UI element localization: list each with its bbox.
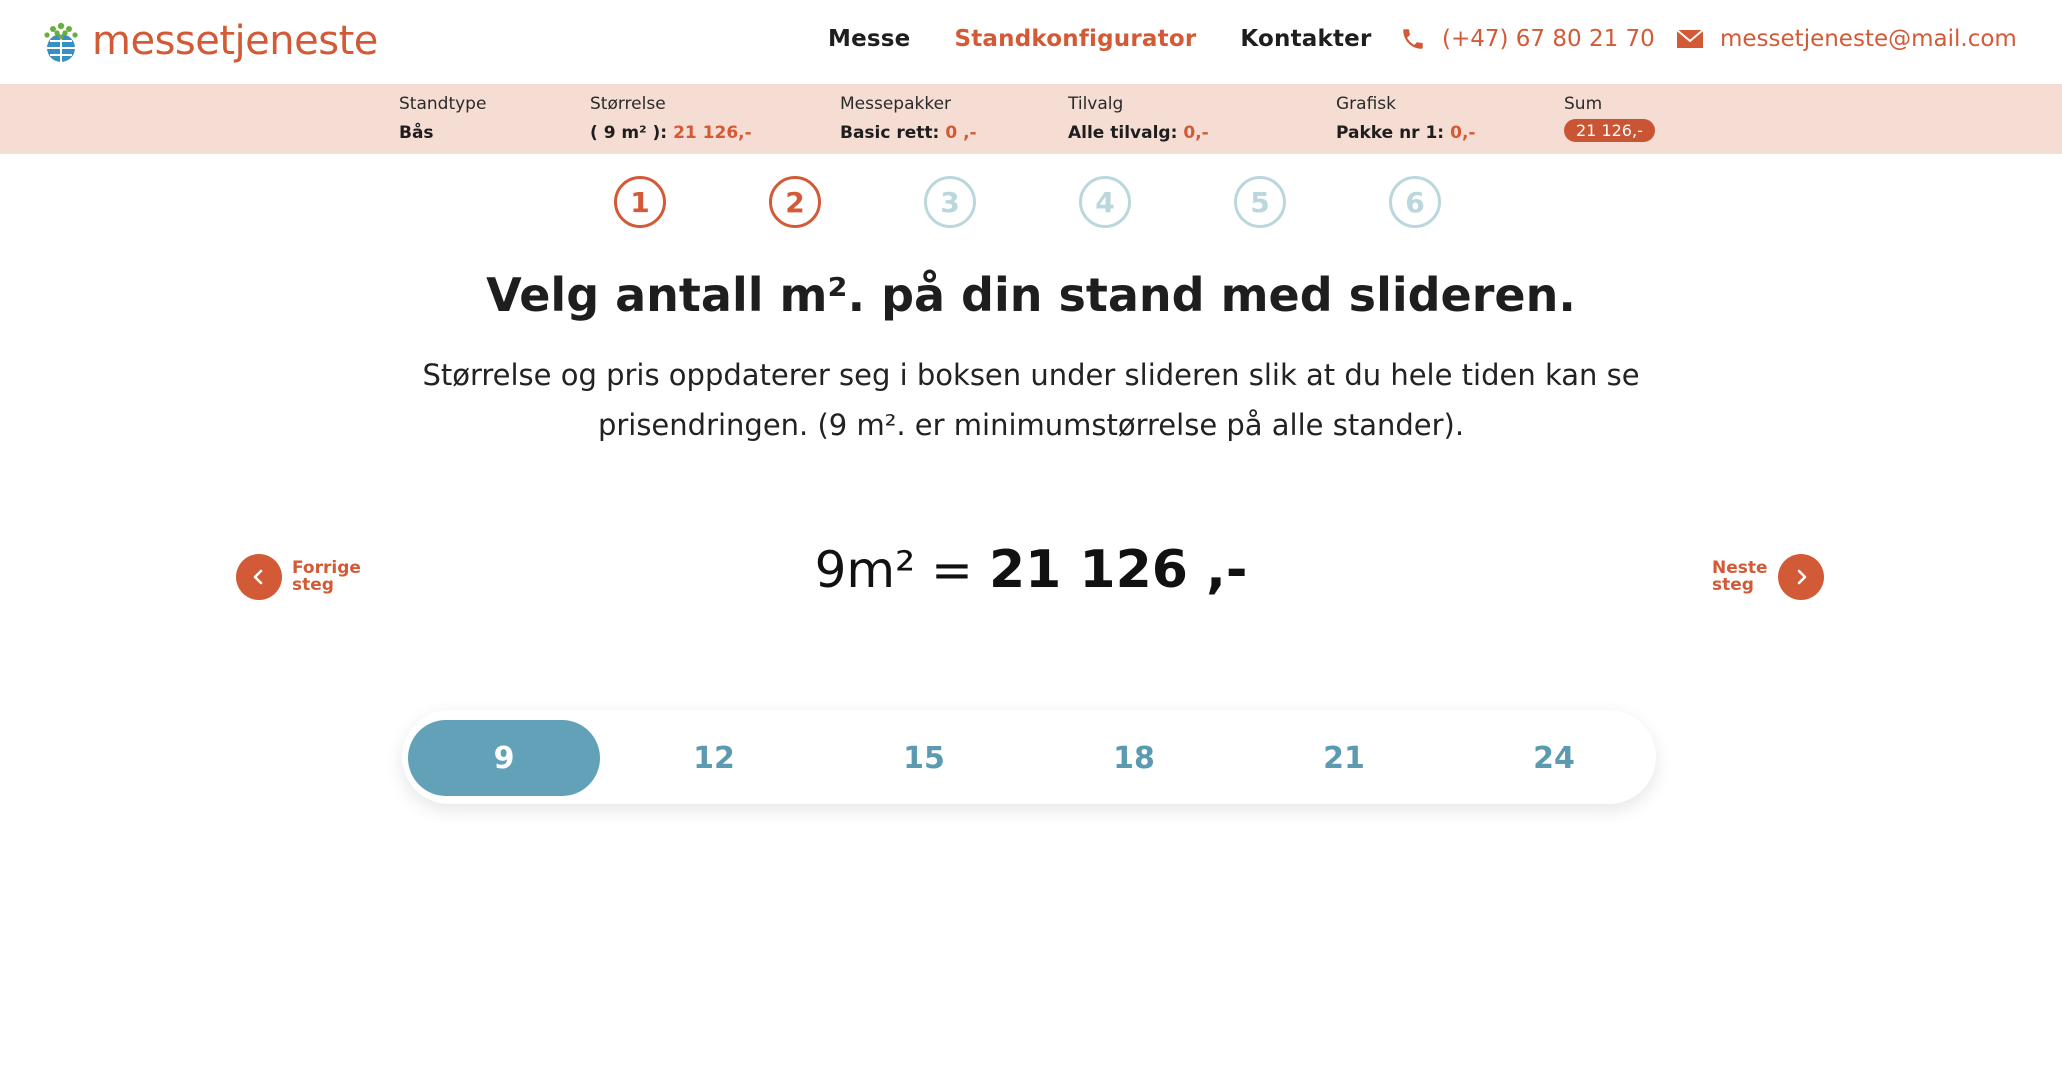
summary-title: Tilvalg bbox=[1068, 94, 1124, 114]
summary-tilvalg: Tilvalg Alle tilvalg: 0,- bbox=[1068, 94, 1209, 143]
phone-number: (+47) 67 80 21 70 bbox=[1442, 26, 1655, 52]
size-readout: 9m² = bbox=[814, 541, 973, 599]
main-nav: Messe Standkonfigurator Kontakter bbox=[828, 26, 1416, 52]
summary-label: Alle tilvalg: bbox=[1068, 123, 1178, 143]
summary-value: Alle tilvalg: 0,- bbox=[1068, 123, 1209, 143]
price-readout: 21 126 ,- bbox=[988, 540, 1248, 600]
phone-link[interactable]: (+47) 67 80 21 70 bbox=[1400, 26, 1655, 52]
sum-badge: 21 126,- bbox=[1564, 119, 1655, 142]
summary-title: Størrelse bbox=[590, 94, 666, 114]
label-line: steg bbox=[1712, 575, 1754, 595]
slider-option-9[interactable]: 9 bbox=[408, 720, 600, 796]
summary-value: Basic rett: 0 ,- bbox=[840, 123, 977, 143]
summary-label: ( 9 m² ): bbox=[590, 123, 668, 143]
summary-price: 0,- bbox=[1450, 123, 1476, 143]
page-heading: Velg antall m². på din stand med slidere… bbox=[486, 268, 1576, 322]
summary-title: Messepakker bbox=[840, 94, 952, 114]
next-step-label: Neste steg bbox=[1712, 560, 1768, 594]
summary-value: ( 9 m² ): 21 126,- bbox=[590, 123, 752, 143]
summary-title: Grafisk bbox=[1336, 94, 1396, 114]
step-4[interactable]: 4 bbox=[1079, 176, 1131, 228]
summary-label: Pakke nr 1: bbox=[1336, 123, 1445, 143]
email-link[interactable]: messetjeneste@mail.com bbox=[1676, 26, 2017, 52]
slider-option-12[interactable]: 12 bbox=[618, 720, 810, 796]
page-description: Størrelse og pris oppdaterer seg i bokse… bbox=[422, 358, 1640, 442]
email-address: messetjeneste@mail.com bbox=[1720, 26, 2017, 52]
chevron-right-icon bbox=[1777, 554, 1824, 600]
slider-option-21[interactable]: 21 bbox=[1248, 720, 1440, 796]
summary-title: Standtype bbox=[399, 94, 487, 114]
next-step-button[interactable]: Neste steg bbox=[1712, 554, 1824, 600]
summary-title: Sum bbox=[1564, 94, 1603, 114]
step-indicator: 1 2 3 4 5 6 bbox=[614, 176, 1450, 230]
summary-messepakker: Messepakker Basic rett: 0 ,- bbox=[840, 94, 977, 143]
phone-icon bbox=[1403, 29, 1423, 49]
size-slider[interactable]: 9 12 15 18 21 24 bbox=[402, 710, 1656, 804]
nav-messe[interactable]: Messe bbox=[828, 26, 910, 52]
nav-standkonfigurator[interactable]: Standkonfigurator bbox=[954, 26, 1196, 52]
summary-label: Basic rett: bbox=[840, 123, 940, 143]
mail-icon bbox=[1676, 29, 1704, 48]
nav-kontakter[interactable]: Kontakter bbox=[1240, 26, 1371, 52]
summary-price: 21 126,- bbox=[673, 123, 752, 143]
slider-option-15[interactable]: 15 bbox=[828, 720, 1020, 796]
step-5[interactable]: 5 bbox=[1234, 176, 1286, 228]
slider-option-18[interactable]: 18 bbox=[1038, 720, 1230, 796]
step-3[interactable]: 3 bbox=[924, 176, 976, 228]
summary-sum: Sum 21 126,- bbox=[1564, 94, 1655, 142]
globe-logo-icon bbox=[44, 22, 78, 62]
summary-value: Pakke nr 1: 0,- bbox=[1336, 123, 1475, 143]
step-1[interactable]: 1 bbox=[614, 176, 666, 228]
summary-price: 0,- bbox=[1183, 123, 1209, 143]
summary-bar: Standtype Bås Størrelse ( 9 m² ): 21 126,… bbox=[0, 84, 2062, 154]
step-2[interactable]: 2 bbox=[769, 176, 821, 228]
slider-option-24[interactable]: 24 bbox=[1458, 720, 1650, 796]
step-6[interactable]: 6 bbox=[1389, 176, 1441, 228]
summary-storrelse: Størrelse ( 9 m² ): 21 126,- bbox=[590, 94, 752, 143]
summary-value: Bås bbox=[399, 123, 434, 143]
summary-price: 0 ,- bbox=[945, 123, 977, 143]
summary-grafisk: Grafisk Pakke nr 1: 0,- bbox=[1336, 94, 1475, 143]
brand-name: messetjeneste bbox=[92, 18, 378, 64]
summary-standtype: Standtype Bås bbox=[399, 94, 486, 143]
header: messetjeneste Messe Standkonfigurator Ko… bbox=[0, 0, 2062, 84]
logo[interactable]: messetjeneste bbox=[38, 18, 378, 64]
